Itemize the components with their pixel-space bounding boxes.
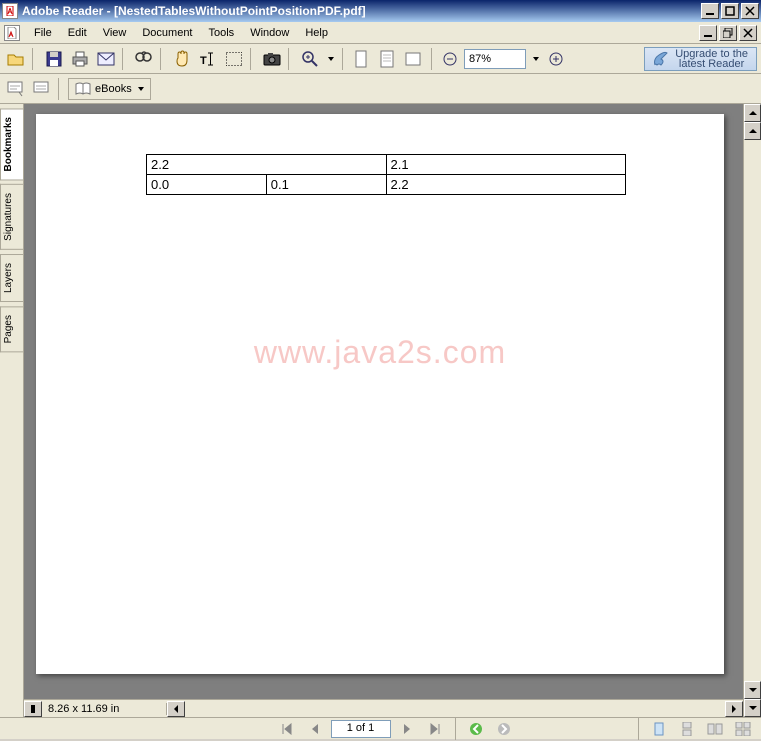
print-button[interactable] [68, 47, 92, 71]
search-button[interactable] [132, 47, 156, 71]
zoom-dropdown-button[interactable] [528, 47, 542, 71]
svg-text:T: T [200, 55, 207, 67]
close-button[interactable] [741, 3, 759, 19]
vscroll-up-button[interactable] [744, 104, 761, 122]
workspace: Bookmarks Signatures Layers Pages 2.2 2.… [0, 104, 761, 717]
menu-edit[interactable]: Edit [60, 25, 95, 41]
minimize-button[interactable] [701, 3, 719, 19]
vscroll-down2-button[interactable] [744, 681, 761, 699]
hbar-collapse-button[interactable] [24, 701, 42, 717]
fit-width-button[interactable] [401, 47, 425, 71]
tab-signatures[interactable]: Signatures [0, 184, 23, 250]
hand-tool-button[interactable] [170, 47, 194, 71]
zoom-menu-button[interactable] [324, 47, 336, 71]
email-button[interactable] [94, 47, 118, 71]
vscroll-track[interactable] [744, 140, 761, 681]
table-cell-r1c2: 2.1 [386, 155, 626, 175]
horizontal-bar: 8.26 x 11.69 in [24, 699, 743, 717]
mdi-close-button[interactable] [739, 25, 757, 41]
image-select-button[interactable] [222, 47, 246, 71]
hscroll-left-button[interactable] [167, 701, 185, 717]
upgrade-icon [653, 51, 669, 67]
snapshot-button[interactable] [260, 47, 284, 71]
upgrade-text-1: Upgrade to the [675, 49, 748, 59]
tab-bookmarks[interactable]: Bookmarks [0, 108, 23, 180]
tab-layers[interactable]: Layers [0, 254, 23, 302]
upgrade-button[interactable]: Upgrade to thelatest Reader [644, 47, 757, 71]
title-bar: Adobe Reader - [NestedTablesWithoutPoint… [0, 0, 761, 22]
ebooks-button[interactable]: eBooks [68, 78, 151, 100]
document-table: 2.2 2.1 0.0 0.1 2.2 [146, 154, 626, 195]
vertical-scrollbar [743, 104, 761, 717]
navigation-panel: Bookmarks Signatures Layers Pages [0, 104, 24, 717]
table-cell-r1c1: 2.2 [147, 155, 387, 175]
menu-file[interactable]: File [26, 25, 60, 41]
app-icon [2, 3, 18, 19]
vscroll-up2-button[interactable] [744, 122, 761, 140]
save-button[interactable] [42, 47, 66, 71]
table-cell-r2c2: 0.1 [266, 175, 386, 195]
menu-window[interactable]: Window [242, 25, 297, 41]
mdi-minimize-button[interactable] [699, 25, 717, 41]
zoom-in-button[interactable] [298, 47, 322, 71]
zoom-value: 87% [469, 53, 491, 65]
hscroll-right-button[interactable] [725, 701, 743, 717]
ebooks-label: eBooks [95, 83, 132, 95]
fit-page-button[interactable] [375, 47, 399, 71]
ebooks-icon [75, 82, 91, 96]
tab-pages[interactable]: Pages [0, 306, 23, 352]
window-title: Adobe Reader - [NestedTablesWithoutPoint… [22, 4, 701, 18]
actual-size-button[interactable] [349, 47, 373, 71]
zoom-out-button[interactable] [438, 47, 462, 71]
menu-tools[interactable]: Tools [201, 25, 243, 41]
table-cell-r2c1: 0.0 [147, 175, 267, 195]
menu-bar: File Edit View Document Tools Window Hel… [0, 22, 761, 44]
zoom-level-input[interactable]: 87% [464, 49, 526, 69]
open-button[interactable] [4, 47, 28, 71]
main-toolbar: T 87% Upgrade to thelatest Reader [0, 44, 761, 74]
maximize-button[interactable] [721, 3, 739, 19]
menu-help[interactable]: Help [297, 25, 336, 41]
status-bar: 1 of 1 [0, 717, 761, 739]
table-cell-r2c3: 2.2 [386, 175, 626, 195]
review-comment-button[interactable] [4, 77, 28, 101]
zoom-in-plus-button[interactable] [544, 47, 568, 71]
menu-document[interactable]: Document [134, 25, 200, 41]
menu-view[interactable]: View [95, 25, 135, 41]
text-select-button[interactable]: T [196, 47, 220, 71]
upgrade-text-2: latest Reader [675, 59, 748, 69]
page-dimensions: 8.26 x 11.69 in [42, 703, 167, 715]
page-number: 1 of 1 [347, 722, 375, 734]
secondary-toolbar: eBooks [0, 74, 761, 104]
document-area[interactable]: 2.2 2.1 0.0 0.1 2.2 www.java2s.com 8.26 … [24, 104, 743, 717]
pdf-page: 2.2 2.1 0.0 0.1 2.2 www.java2s.com [36, 114, 724, 674]
mdi-restore-button[interactable] [719, 25, 737, 41]
watermark: www.java2s.com [254, 334, 506, 371]
vscroll-down-button[interactable] [744, 699, 761, 717]
review-button[interactable] [30, 77, 54, 101]
pdf-doc-icon [4, 25, 20, 41]
